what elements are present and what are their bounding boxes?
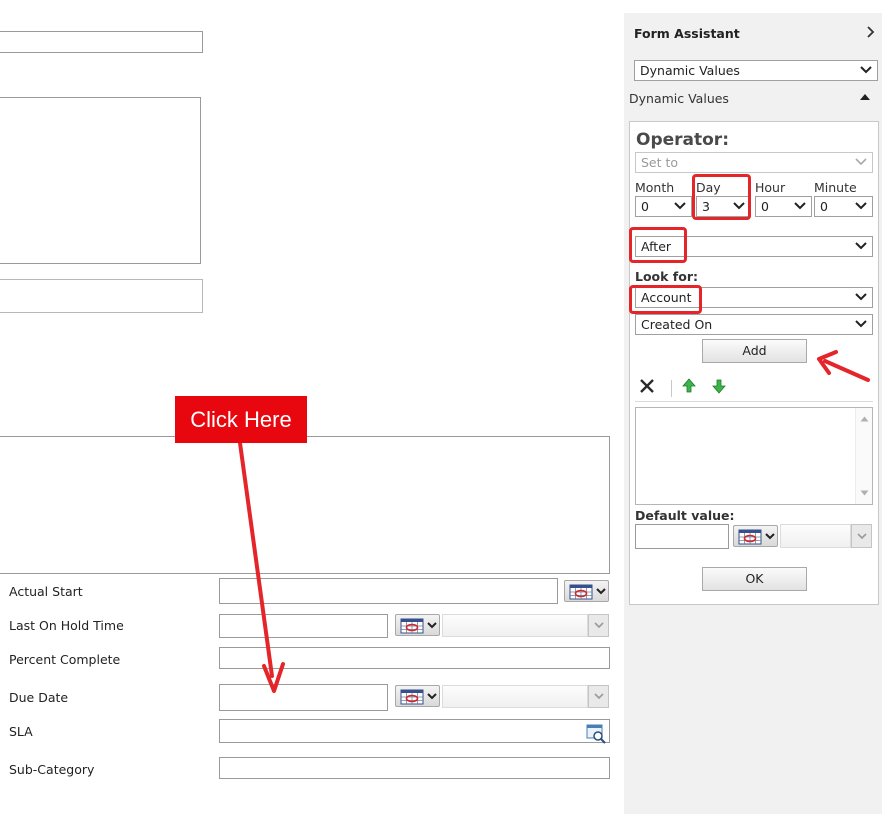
click-here-arrowhead	[262, 662, 285, 693]
click-here-callout: Click Here	[175, 396, 307, 443]
add-arrow	[823, 359, 870, 382]
click-here-arrow	[238, 441, 274, 678]
annotation-arrows	[238, 350, 870, 693]
